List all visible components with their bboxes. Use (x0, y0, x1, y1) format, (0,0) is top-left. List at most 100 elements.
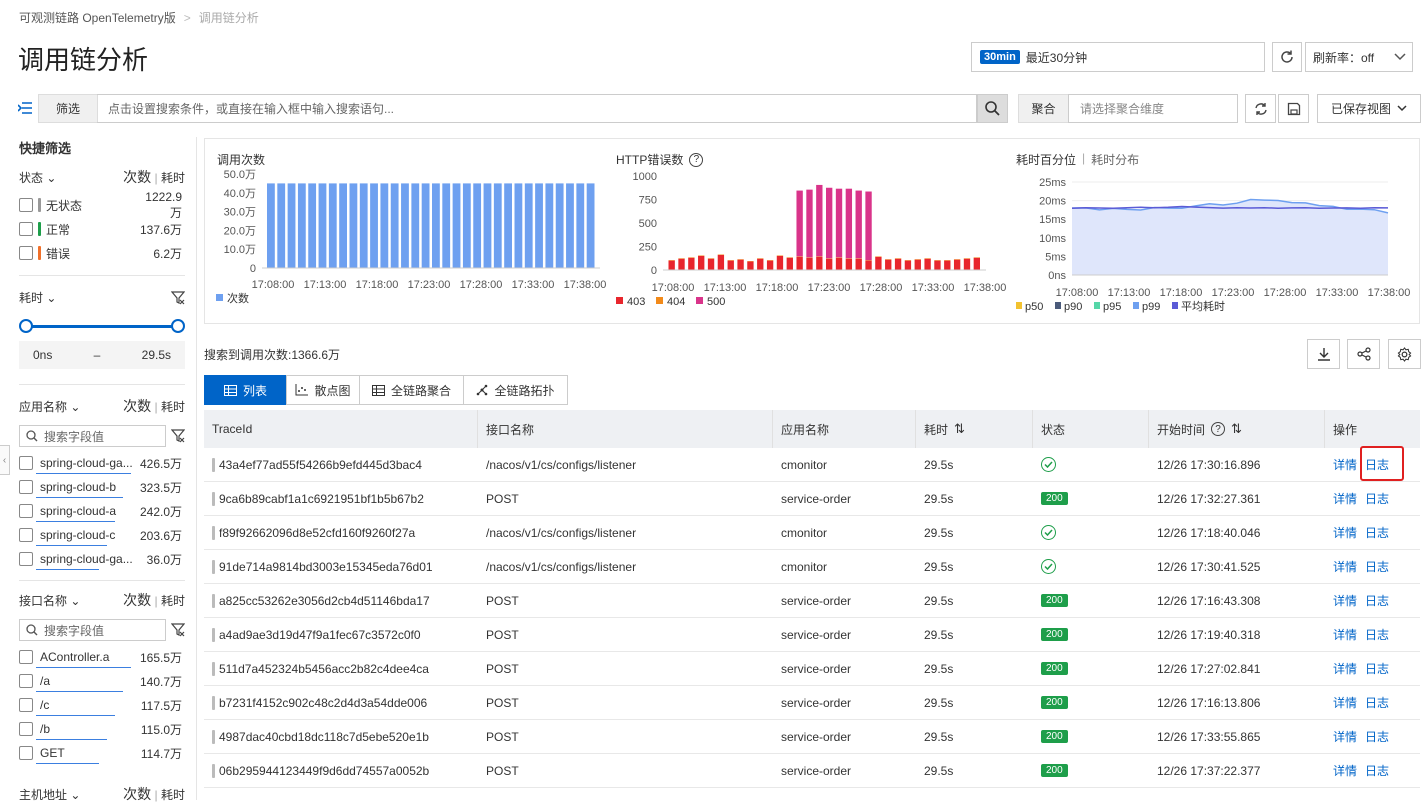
calls-bar[interactable] (411, 183, 419, 268)
calls-bar[interactable] (504, 183, 512, 268)
traceid-text[interactable]: a825cc53262e3056d2cb4d51146bda17 (219, 594, 430, 608)
calls-bar[interactable] (494, 183, 502, 268)
traceid-text[interactable]: 4987dac40cbd18dc118c7d5ebe520e1b (219, 730, 429, 744)
api-search-input[interactable]: 搜索字段值 (19, 619, 166, 641)
app-section-toggle[interactable]: 应用名称 ⌄ (19, 398, 80, 415)
tab-list[interactable]: 列表 (204, 375, 287, 405)
table-row[interactable]: f89f92662096d8e52cfd160f9260f27a/nacos/v… (204, 516, 1420, 550)
calls-bar[interactable] (525, 183, 533, 268)
error-bar-403[interactable] (747, 262, 753, 270)
detail-link[interactable]: 详情 (1333, 660, 1357, 677)
filter-option[interactable]: /c117.5万 (19, 695, 182, 715)
filter-option[interactable]: spring-cloud-ga...36.0万 (19, 549, 182, 569)
col-start-time[interactable]: 开始时间?⇅ (1149, 410, 1325, 448)
calls-bar[interactable] (360, 183, 368, 268)
error-bar-403[interactable] (796, 257, 802, 270)
checkbox[interactable] (19, 504, 33, 518)
calls-bar[interactable] (339, 183, 347, 268)
app-search-input[interactable]: 搜索字段值 (19, 425, 166, 447)
time-range-picker[interactable]: 30min 最近30分钟 (971, 42, 1265, 72)
calls-bar[interactable] (515, 183, 523, 268)
log-link[interactable]: 日志 (1365, 626, 1389, 643)
error-bar-403[interactable] (757, 259, 763, 270)
error-bar-403[interactable] (846, 259, 852, 270)
error-bar-403[interactable] (885, 260, 891, 270)
checkbox[interactable] (19, 722, 33, 736)
filter-option[interactable]: spring-cloud-ga...426.5万 (19, 453, 182, 473)
checkbox[interactable] (19, 246, 33, 260)
error-bar-403[interactable] (924, 259, 930, 270)
tab-topology[interactable]: 全链路拓扑 (463, 375, 568, 405)
error-bar-500[interactable] (826, 188, 832, 259)
calls-bar[interactable] (463, 183, 471, 268)
error-bar-403[interactable] (718, 255, 724, 270)
duration-slider-track[interactable] (26, 325, 178, 328)
error-bar-500[interactable] (846, 189, 852, 259)
calls-bar[interactable] (535, 183, 543, 268)
checkbox[interactable] (19, 674, 33, 688)
duration-max[interactable]: 29.5s (142, 348, 171, 362)
help-icon[interactable]: ? (1211, 422, 1225, 436)
calls-bar[interactable] (566, 183, 574, 268)
sort-icon[interactable]: ⇅ (954, 421, 965, 437)
traceid-text[interactable]: 511d7a452324b5456acc2b82c4dee4ca (219, 662, 429, 676)
duration-min[interactable]: 0ns (33, 348, 52, 362)
calls-bar[interactable] (401, 183, 409, 268)
calls-bar[interactable] (545, 183, 553, 268)
table-row[interactable]: b7231f4152c902c48c2d4d3a54dde006POSTserv… (204, 686, 1420, 720)
collapse-menu-icon[interactable] (18, 101, 32, 115)
error-bar-500[interactable] (816, 185, 822, 256)
detail-link[interactable]: 详情 (1333, 524, 1357, 541)
table-row[interactable]: a4ad9ae3d19d47f9a1fec67c3572c0f0POSTserv… (204, 618, 1420, 652)
error-bar-403[interactable] (875, 257, 881, 270)
detail-link[interactable]: 详情 (1333, 694, 1357, 711)
error-bar-403[interactable] (688, 258, 694, 270)
calls-bar[interactable] (473, 183, 481, 268)
calls-bar[interactable] (277, 183, 285, 268)
calls-bar[interactable] (288, 183, 296, 268)
error-bar-403[interactable] (915, 260, 921, 270)
error-bar-403[interactable] (865, 261, 871, 270)
traceid-text[interactable]: f89f92662096d8e52cfd160f9260f27a (219, 526, 415, 540)
error-bar-403[interactable] (836, 258, 842, 270)
sidebar-collapse-button[interactable]: ‹ (0, 445, 10, 475)
filter-option[interactable]: 正常137.6万 (19, 219, 182, 239)
calls-bar[interactable] (308, 183, 316, 268)
checkbox[interactable] (19, 650, 33, 664)
filter-clear-icon[interactable] (171, 429, 185, 443)
traceid-text[interactable]: 9ca6b89cabf1a1c6921951bf1b5b67b2 (219, 492, 424, 506)
table-row[interactable]: 4987dac40cbd18dc118c7d5ebe520e1bPOSTserv… (204, 720, 1420, 754)
tab-scatter[interactable]: 散点图 (286, 375, 360, 405)
calls-bar[interactable] (453, 183, 461, 268)
table-row[interactable]: a825cc53262e3056d2cb4d51146bda17POSTserv… (204, 584, 1420, 618)
table-row[interactable]: 9ca6b89cabf1a1c6921951bf1b5b67b2POSTserv… (204, 482, 1420, 516)
save-button[interactable] (1278, 94, 1309, 123)
calls-bar[interactable] (267, 183, 275, 268)
detail-link[interactable]: 详情 (1333, 490, 1357, 507)
error-bar-403[interactable] (974, 258, 980, 270)
calls-bar[interactable] (442, 183, 450, 268)
download-button[interactable] (1307, 339, 1340, 369)
error-bar-403[interactable] (856, 259, 862, 270)
sort-icon[interactable]: ⇅ (1231, 421, 1242, 437)
error-bar-403[interactable] (905, 261, 911, 270)
error-bar-403[interactable] (826, 259, 832, 270)
error-bar-500[interactable] (836, 189, 842, 258)
filter-option[interactable]: 无状态1222.9万 (19, 195, 182, 215)
error-bar-403[interactable] (708, 259, 714, 270)
checkbox[interactable] (19, 480, 33, 494)
duration-section-toggle[interactable]: 耗时 ⌄ (19, 289, 56, 306)
filter-option[interactable]: spring-cloud-c203.6万 (19, 525, 182, 545)
error-bar-403[interactable] (944, 261, 950, 270)
filter-clear-icon[interactable] (171, 291, 185, 305)
error-bar-500[interactable] (796, 191, 802, 257)
calls-bar[interactable] (484, 183, 492, 268)
log-link[interactable]: 日志 (1365, 728, 1389, 745)
breadcrumb-parent[interactable]: 可观测链路 OpenTelemetry版 (19, 9, 176, 26)
filter-button[interactable]: 筛选 (38, 94, 98, 123)
filter-option[interactable]: AController.a165.5万 (19, 647, 182, 667)
detail-link[interactable]: 详情 (1333, 558, 1357, 575)
calls-bar[interactable] (329, 183, 337, 268)
traceid-text[interactable]: 91de714a9814bd3003e15345eda76d01 (219, 560, 433, 574)
error-bar-403[interactable] (934, 261, 940, 270)
